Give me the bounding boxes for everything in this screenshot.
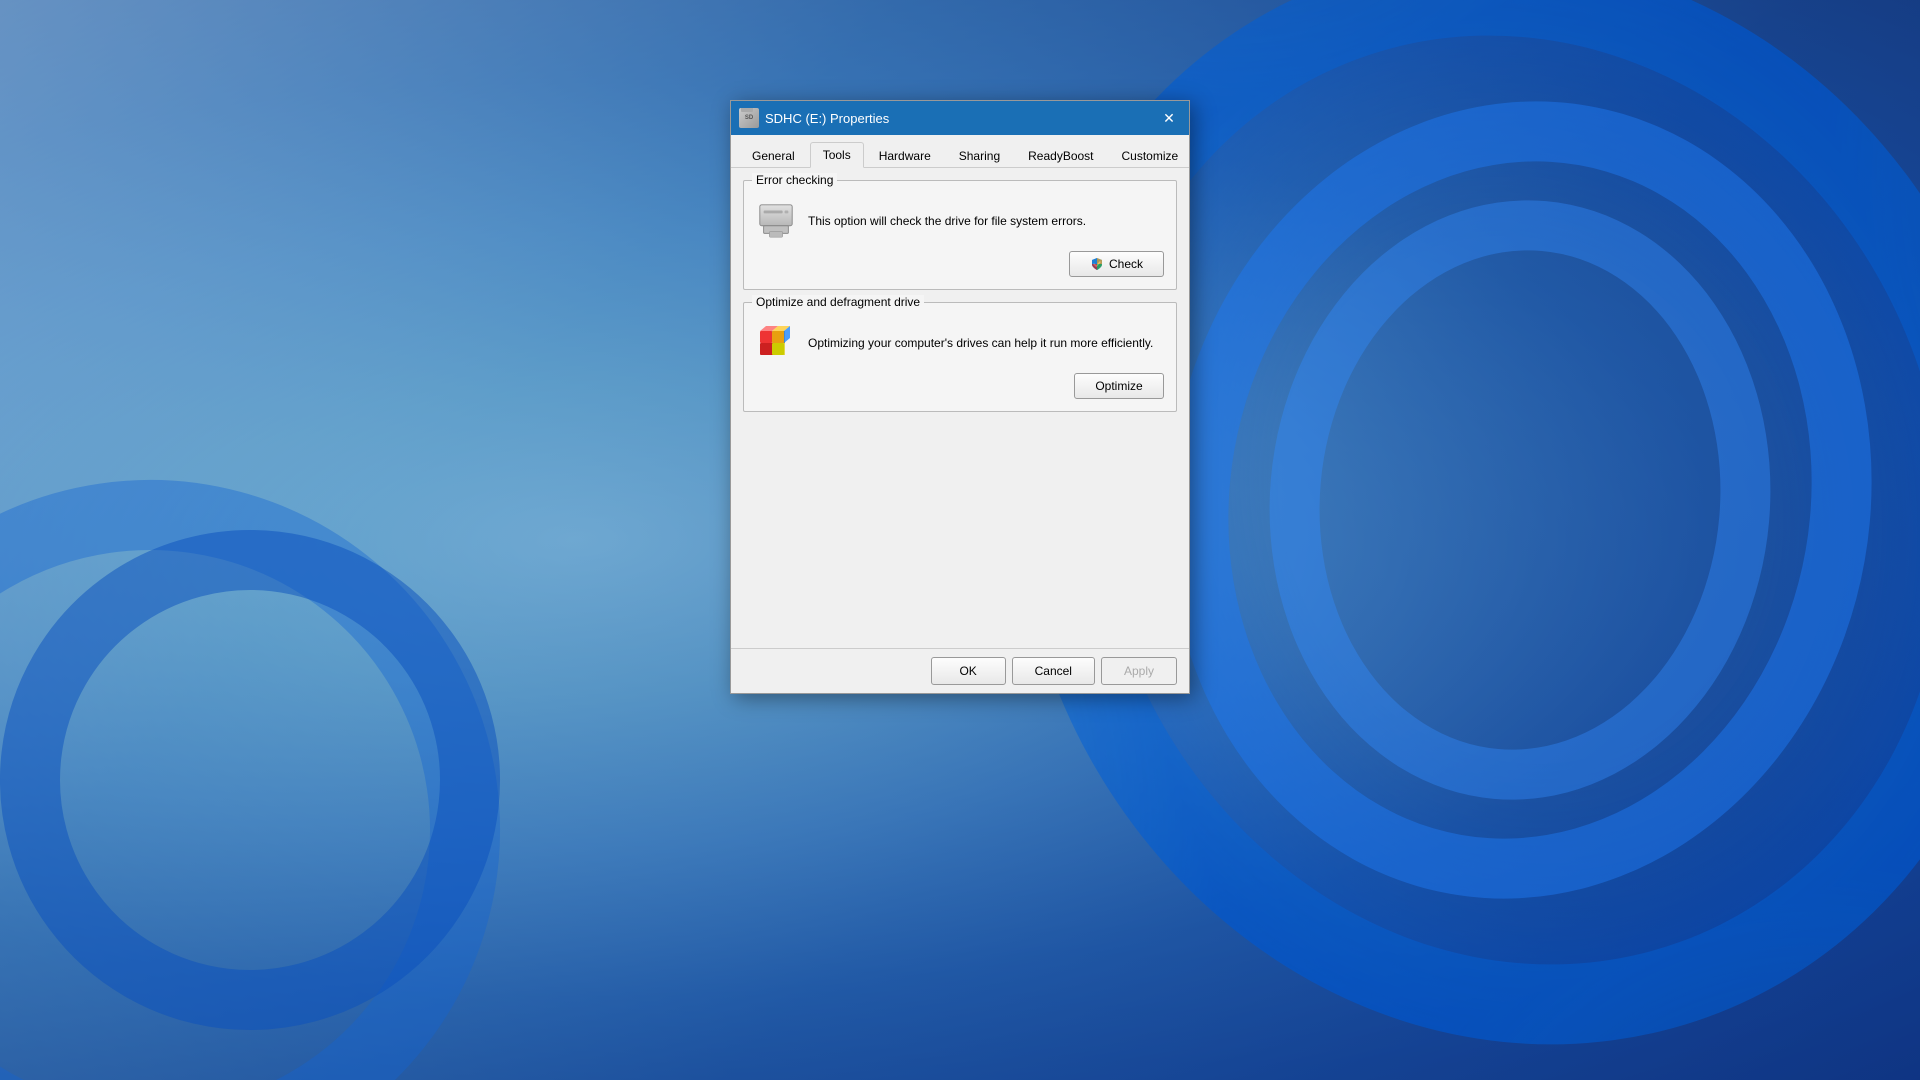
optimize-section: Optimize and defragment drive bbox=[743, 302, 1177, 412]
optimize-body: Optimizing your computer's drives can he… bbox=[756, 323, 1164, 363]
error-checking-btn-area: Check bbox=[756, 251, 1164, 277]
apply-button[interactable]: Apply bbox=[1101, 657, 1177, 685]
optimize-button-label: Optimize bbox=[1095, 379, 1142, 393]
properties-dialog: SD SDHC (E:) Properties ✕ General Tools … bbox=[730, 100, 1190, 694]
tab-readyboost[interactable]: ReadyBoost bbox=[1015, 142, 1106, 168]
cancel-button[interactable]: Cancel bbox=[1012, 657, 1095, 685]
sd-label: SD bbox=[745, 115, 753, 121]
error-checking-body: This option will check the drive for fil… bbox=[756, 201, 1164, 241]
defrag-icon bbox=[756, 323, 796, 363]
dialog-footer: OK Cancel Apply bbox=[731, 648, 1189, 693]
tab-tools[interactable]: Tools bbox=[810, 142, 864, 168]
tab-sharing[interactable]: Sharing bbox=[946, 142, 1013, 168]
tab-general[interactable]: General bbox=[739, 142, 808, 168]
error-checking-section: Error checking bbox=[743, 180, 1177, 290]
drive-icon bbox=[756, 202, 796, 240]
optimize-btn-area: Optimize bbox=[756, 373, 1164, 399]
dialog-content: Error checking bbox=[731, 168, 1189, 648]
drive-icon-container bbox=[756, 201, 796, 241]
check-button[interactable]: Check bbox=[1069, 251, 1164, 277]
tab-bar: General Tools Hardware Sharing ReadyBoos… bbox=[731, 135, 1189, 168]
dialog-title: SDHC (E:) Properties bbox=[765, 111, 1151, 126]
error-checking-desc: This option will check the drive for fil… bbox=[808, 212, 1164, 230]
tab-hardware[interactable]: Hardware bbox=[866, 142, 944, 168]
dialog-overlay: SD SDHC (E:) Properties ✕ General Tools … bbox=[0, 0, 1920, 1080]
optimize-title: Optimize and defragment drive bbox=[752, 295, 924, 309]
optimize-icon-container bbox=[756, 323, 796, 363]
shield-icon bbox=[1090, 257, 1104, 271]
tab-customize[interactable]: Customize bbox=[1109, 142, 1192, 168]
sd-card-icon: SD bbox=[739, 108, 759, 128]
title-bar: SD SDHC (E:) Properties ✕ bbox=[731, 101, 1189, 135]
close-button[interactable]: ✕ bbox=[1157, 106, 1181, 130]
optimize-button[interactable]: Optimize bbox=[1074, 373, 1164, 399]
check-button-label: Check bbox=[1109, 257, 1143, 271]
error-checking-title: Error checking bbox=[752, 173, 837, 187]
dialog-icon: SD bbox=[739, 108, 759, 128]
ok-button[interactable]: OK bbox=[931, 657, 1006, 685]
optimize-desc: Optimizing your computer's drives can he… bbox=[808, 334, 1164, 352]
